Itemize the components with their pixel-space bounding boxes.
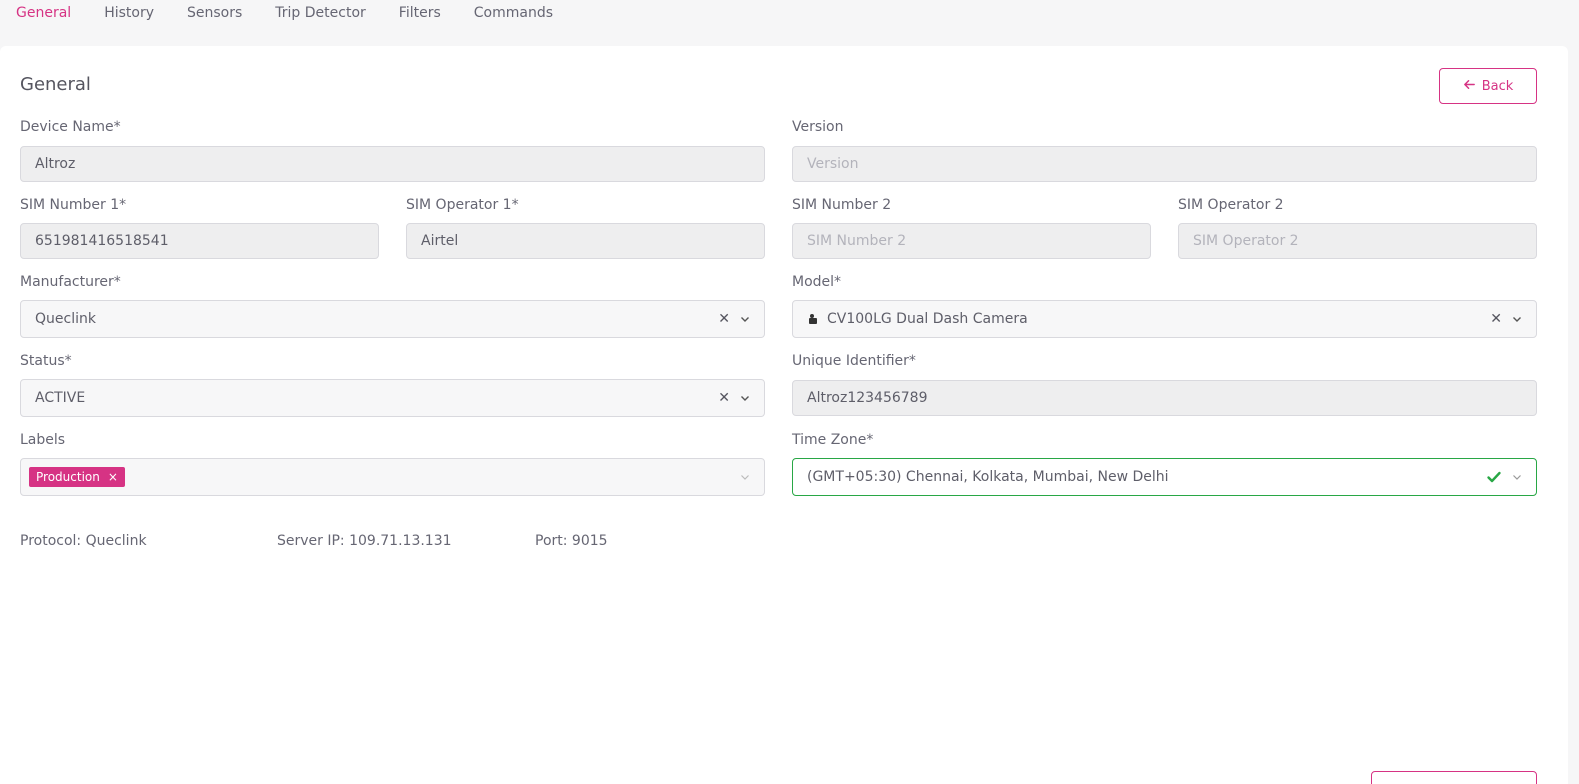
protocol-info: Protocol: Queclink: [20, 533, 147, 549]
sim-number-1-label: SIM Number 1*: [20, 197, 127, 213]
status-value: ACTIVE: [35, 390, 86, 406]
clear-icon[interactable]: ✕: [718, 312, 730, 326]
card-title: General: [20, 74, 91, 95]
chevron-down-icon[interactable]: [740, 472, 750, 482]
remove-chip-icon[interactable]: ×: [108, 470, 118, 484]
sim-number-2-label: SIM Number 2: [792, 197, 892, 213]
manufacturer-label: Manufacturer*: [20, 274, 121, 290]
unique-identifier-label: Unique Identifier*: [792, 353, 916, 369]
port-info: Port: 9015: [535, 533, 608, 549]
tab-history[interactable]: History: [104, 0, 154, 21]
chevron-down-icon[interactable]: [740, 314, 750, 324]
time-zone-value: (GMT+05:30) Chennai, Kolkata, Mumbai, Ne…: [807, 469, 1169, 485]
manufacturer-select[interactable]: Queclink ✕: [20, 300, 765, 338]
chevron-down-icon[interactable]: [1512, 472, 1522, 482]
tab-trip-detector[interactable]: Trip Detector: [275, 0, 365, 21]
status-select[interactable]: ACTIVE ✕: [20, 379, 765, 417]
label-chip-text: Production: [36, 470, 100, 484]
model-select[interactable]: CV100LG Dual Dash Camera ✕: [792, 300, 1537, 338]
sim-operator-2-placeholder: SIM Operator 2: [1193, 233, 1299, 249]
tab-commands[interactable]: Commands: [474, 0, 553, 21]
model-value: CV100LG Dual Dash Camera: [827, 311, 1028, 327]
unique-identifier-value: Altroz123456789: [807, 390, 928, 406]
sim-number-2-input[interactable]: SIM Number 2: [792, 223, 1151, 259]
device-name-label: Device Name*: [20, 119, 121, 135]
sim-operator-2-input[interactable]: SIM Operator 2: [1178, 223, 1537, 259]
back-button[interactable]: Back: [1439, 68, 1537, 104]
manufacturer-value: Queclink: [35, 311, 96, 327]
device-name-value: Altroz: [35, 156, 76, 172]
server-ip-info: Server IP: 109.71.13.131: [277, 533, 452, 549]
check-icon: [1486, 469, 1502, 485]
labels-select[interactable]: Production ×: [20, 458, 765, 496]
version-label: Version: [792, 119, 844, 135]
back-button-label: Back: [1481, 78, 1514, 94]
version-input[interactable]: Version: [792, 146, 1537, 182]
time-zone-label: Time Zone*: [792, 432, 874, 448]
version-placeholder: Version: [807, 156, 859, 172]
unique-identifier-input[interactable]: Altroz123456789: [792, 380, 1537, 416]
label-chip: Production ×: [29, 467, 125, 487]
sim-operator-1-label: SIM Operator 1*: [406, 197, 519, 213]
sim-number-2-placeholder: SIM Number 2: [807, 233, 907, 249]
sim-operator-2-label: SIM Operator 2: [1178, 197, 1284, 213]
time-zone-select[interactable]: (GMT+05:30) Chennai, Kolkata, Mumbai, Ne…: [792, 458, 1537, 496]
sim-number-1-input[interactable]: 651981416518541: [20, 223, 379, 259]
general-card: General Back Device Name* Altroz Version…: [0, 46, 1568, 784]
tab-filters[interactable]: Filters: [399, 0, 441, 21]
clear-icon[interactable]: ✕: [1490, 312, 1502, 326]
arrow-left-icon: [1463, 78, 1476, 95]
sim-number-1-value: 651981416518541: [35, 233, 169, 249]
model-label: Model*: [792, 274, 842, 290]
clear-icon[interactable]: ✕: [718, 391, 730, 405]
device-name-input[interactable]: Altroz: [20, 146, 765, 182]
tab-sensors[interactable]: Sensors: [187, 0, 242, 21]
chevron-down-icon[interactable]: [1512, 314, 1522, 324]
status-label: Status*: [20, 353, 72, 369]
labels-label: Labels: [20, 432, 66, 448]
tab-bar: General History Sensors Trip Detector Fi…: [0, 0, 1579, 40]
tab-general[interactable]: General: [16, 0, 71, 21]
camera-icon: [807, 313, 819, 325]
sim-operator-1-input[interactable]: Airtel: [406, 223, 765, 259]
save-button[interactable]: [1371, 771, 1537, 784]
chevron-down-icon[interactable]: [740, 393, 750, 403]
sim-operator-1-value: Airtel: [421, 233, 459, 249]
